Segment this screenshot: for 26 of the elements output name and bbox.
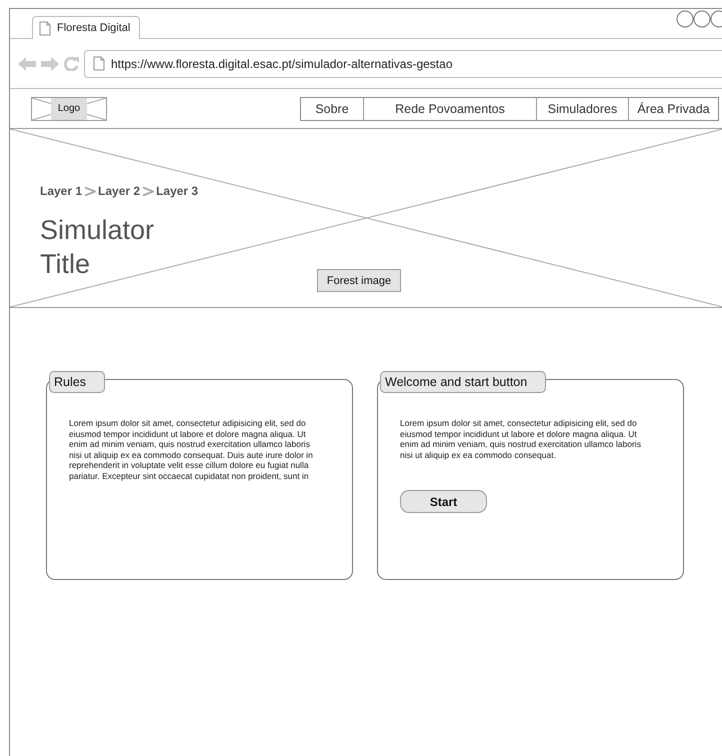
url-field[interactable]: https://www.floresta.digital.esac.pt/simulador-alternativas-gestao (84, 50, 722, 78)
nav-link[interactable]: Rede Povoamentos (363, 98, 536, 120)
back-arrow-icon[interactable] (18, 56, 36, 70)
tab-title: Floresta Digital (57, 22, 130, 34)
logo-label: Logo (51, 98, 87, 120)
panel-title: Welcome and start button (380, 371, 546, 393)
start-button[interactable]: Start (400, 490, 487, 513)
image-label: Forest image (317, 269, 401, 292)
browser-tab[interactable]: Floresta Digital (32, 16, 140, 39)
page-icon (39, 20, 51, 36)
page-icon (93, 56, 105, 71)
chevron-icon (84, 186, 96, 196)
breadcrumb-item[interactable]: Layer 3 (156, 184, 198, 198)
refresh-icon[interactable] (64, 56, 79, 71)
window-buttons-icon[interactable] (676, 10, 722, 28)
panel-title: Rules (49, 371, 105, 393)
breadcrumb-item[interactable]: Layer 1 (40, 184, 82, 198)
page-title: Simulator Title (40, 214, 156, 281)
breadcrumb-item[interactable]: Layer 2 (98, 184, 140, 198)
lorem-paragraph: Lorem ipsum dolor sit amet, consectetur adipisicing elit, sed do eiusmod tempor incididunt ut labore et dolore magna aliqua. Ut enim ad minim veniam, quis nostrud exercitation ullamco laboris nisi ut aliquip ex ea commodo consequat. Duis aute irure dolor in reprehenderit in voluptate velit esse cillum dolore eu fugiat nulla pariatur. Excepteur sint occaecat cupidatat non proident, sunt in (69, 418, 314, 481)
lorem-paragraph: Lorem ipsum dolor sit amet, consectetur adipisicing elit, sed do eiusmod tempor incididunt ut labore et dolore magna aliqua. Ut enim ad minim veniam, quis nostrud exercitation ullamco laboris nisi ut aliquip ex ea commodo consequat. (400, 418, 642, 460)
nav-link[interactable]: Área Privada (628, 98, 718, 120)
nav-link[interactable]: Sobre (301, 98, 363, 120)
chevron-icon (142, 186, 154, 196)
forward-arrow-icon[interactable] (41, 56, 59, 70)
nav-link[interactable]: Simuladores (536, 98, 628, 120)
